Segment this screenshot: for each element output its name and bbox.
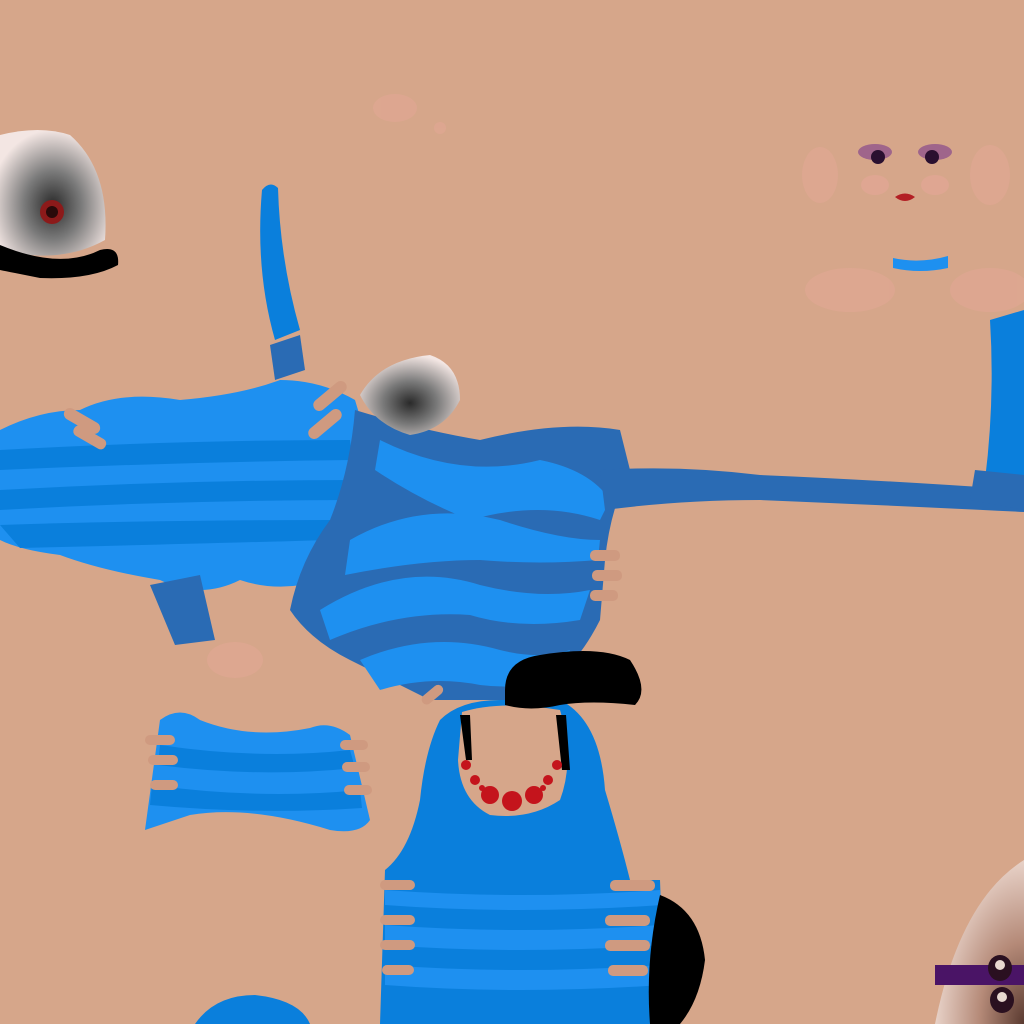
uv-texture-canvas bbox=[0, 0, 1024, 1024]
hair-patch bbox=[505, 651, 642, 709]
